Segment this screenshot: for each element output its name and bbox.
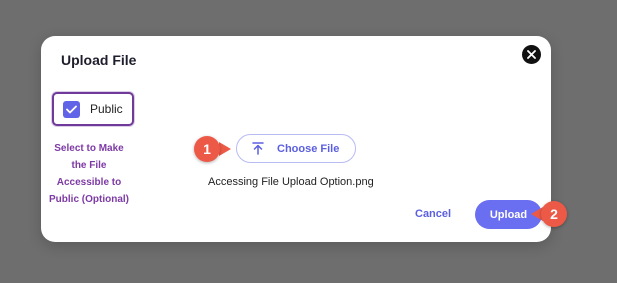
callout-1-pointer (219, 142, 231, 156)
callout-1-badge: 1 (194, 136, 220, 162)
close-button[interactable] (522, 45, 541, 64)
cancel-button[interactable]: Cancel (415, 208, 451, 220)
close-icon (527, 50, 536, 59)
callout-2-badge: 2 (541, 201, 567, 227)
upload-file-modal: Upload File Public Select to Make the Fi… (41, 36, 551, 242)
modal-title: Upload File (61, 52, 137, 68)
choose-file-label: Choose File (277, 142, 340, 155)
public-label: Public (90, 102, 123, 116)
checkmark-icon (66, 105, 77, 113)
upload-arrow-icon (252, 142, 264, 155)
selected-file-name: Accessing File Upload Option.png (208, 176, 374, 188)
choose-file-button[interactable]: Choose File (236, 134, 356, 163)
public-option-note: Select to Make the File Accessible to Pu… (49, 143, 129, 205)
public-option: Public (52, 92, 134, 126)
public-checkbox[interactable] (63, 100, 80, 118)
